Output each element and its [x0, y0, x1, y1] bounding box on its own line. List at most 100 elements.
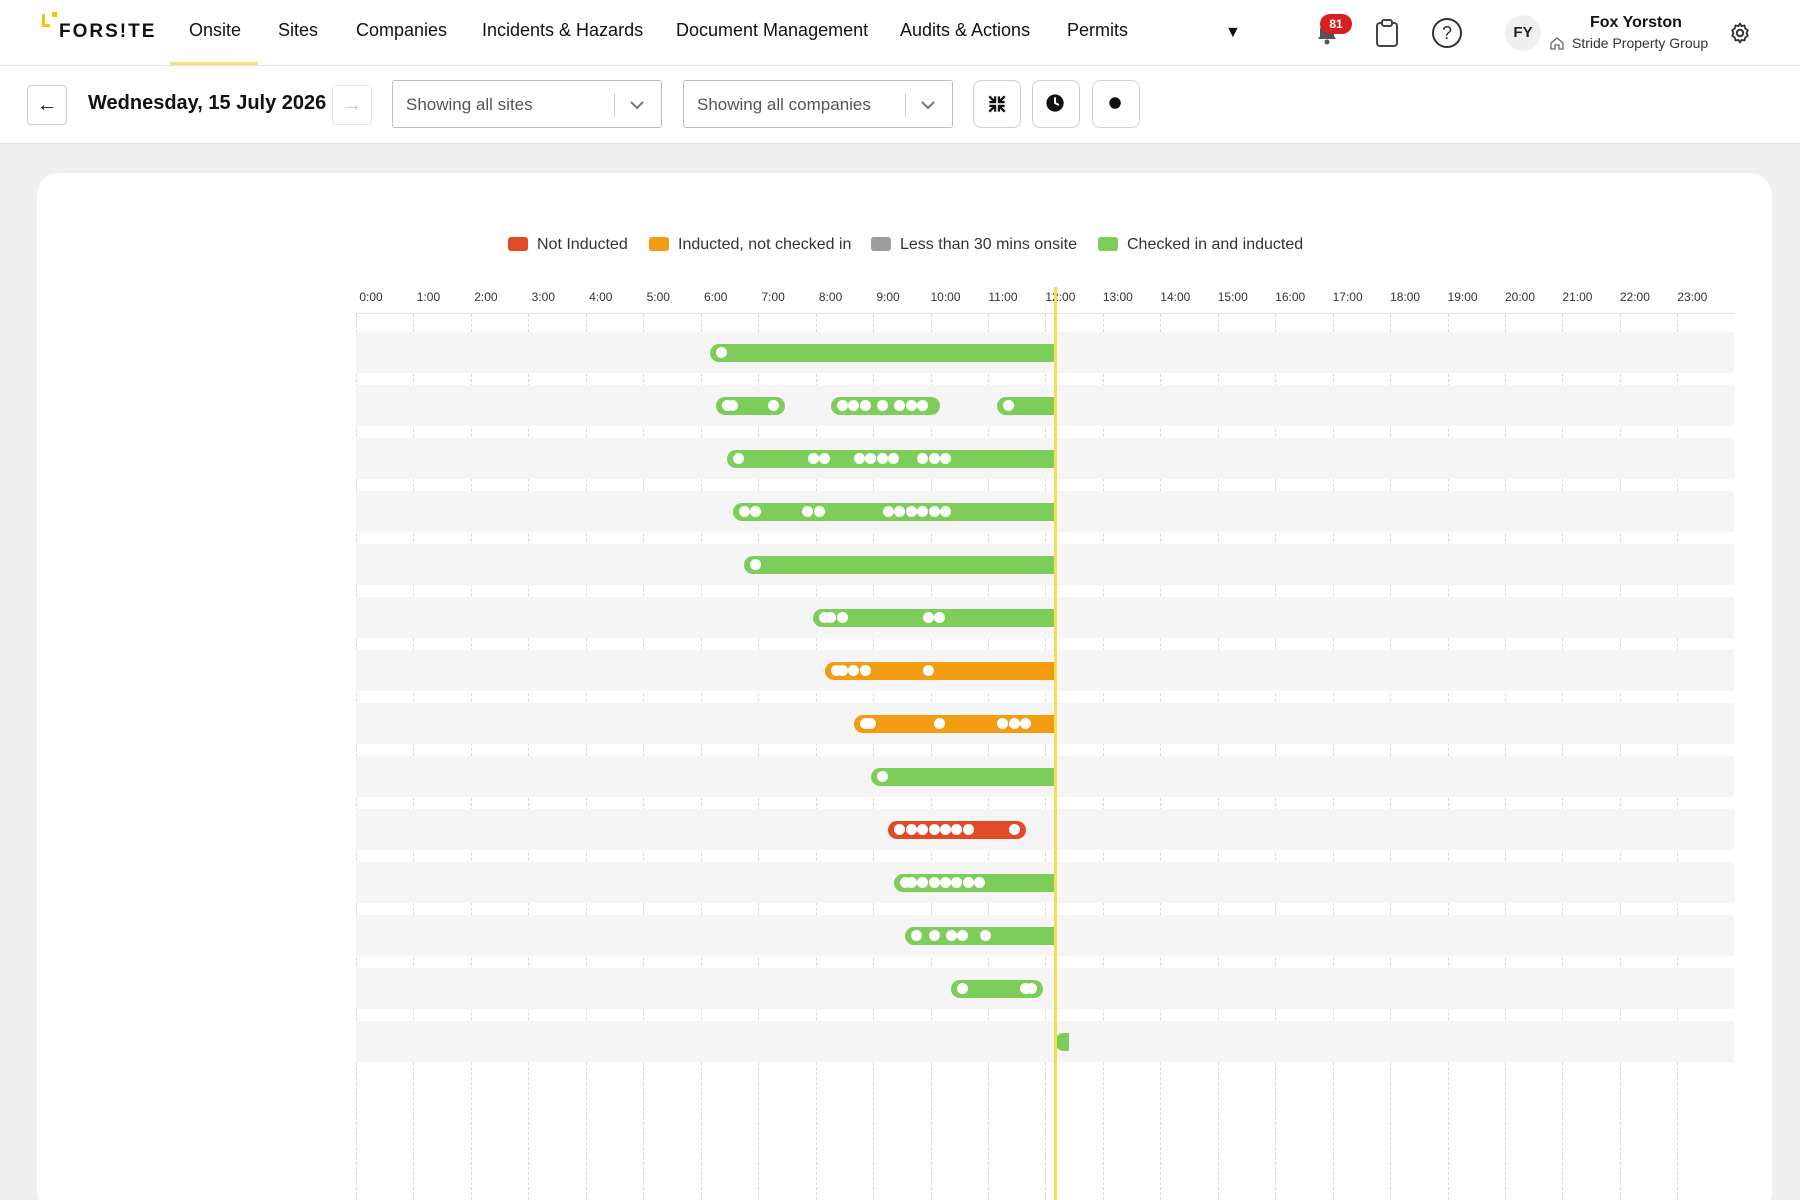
timeline-row[interactable] [356, 968, 1734, 1009]
check-event-dot[interactable] [894, 400, 906, 411]
check-event-dot[interactable] [928, 453, 940, 464]
legend-swatch [649, 237, 669, 251]
attendance-bar[interactable] [870, 767, 1055, 786]
hour-tick-label: 2:00 [474, 290, 498, 304]
check-event-dot[interactable] [940, 453, 951, 464]
time-axis-line [356, 313, 1734, 314]
collapse-view-button[interactable] [973, 80, 1021, 128]
check-event-dot[interactable] [905, 400, 917, 411]
check-event-dot[interactable] [882, 506, 894, 517]
nav-companies[interactable]: Companies [356, 20, 447, 41]
current-time-line [1053, 287, 1057, 1200]
check-event-dot[interactable] [836, 665, 848, 676]
hour-tick-label: 6:00 [704, 290, 728, 304]
companies-select-value: Showing all companies [697, 95, 871, 114]
check-event-dot[interactable] [940, 506, 951, 517]
hour-tick-label: 14:00 [1160, 290, 1191, 304]
record-dot-button[interactable] [1092, 80, 1140, 128]
forsite-logo[interactable]: FORS!TE [42, 12, 154, 50]
hour-tick-label: 12:00 [1045, 290, 1076, 304]
check-event-dot[interactable] [922, 665, 934, 676]
check-event-dot[interactable] [807, 453, 819, 464]
check-event-dot[interactable] [962, 877, 974, 888]
nav-sites[interactable]: Sites [278, 20, 318, 41]
nav-incidents-hazards[interactable]: Incidents & Hazards [482, 20, 643, 41]
check-event-dot[interactable] [917, 824, 929, 835]
nav-more-caret-icon[interactable]: ▼ [1225, 24, 1241, 42]
attendance-bar[interactable] [1054, 1032, 1069, 1051]
check-event-dot[interactable] [715, 347, 727, 358]
previous-day-button[interactable]: ← [27, 85, 67, 125]
date-toolbar: ← Wednesday, 15 July 2026 → Showing all … [0, 66, 1800, 144]
nav-permits[interactable]: Permits [1067, 20, 1128, 41]
check-event-dot[interactable] [1008, 824, 1020, 835]
check-event-dot[interactable] [917, 453, 929, 464]
check-event-dot[interactable] [928, 506, 940, 517]
hour-tick-label: 9:00 [876, 290, 900, 304]
hour-tick-label: 3:00 [531, 290, 556, 304]
hour-tick-label: 8:00 [818, 290, 843, 304]
check-event-dot[interactable] [836, 400, 848, 411]
check-event-dot[interactable] [738, 506, 750, 517]
check-event-dot[interactable] [876, 771, 888, 782]
check-event-dot[interactable] [945, 930, 957, 941]
settings-gear-icon[interactable] [1728, 21, 1752, 45]
check-event-dot[interactable] [876, 400, 888, 411]
check-event-dot[interactable] [922, 612, 934, 623]
check-event-dot[interactable] [813, 506, 825, 517]
hour-tick-label: 11:00 [988, 290, 1018, 304]
check-event-dot[interactable] [836, 612, 848, 623]
check-event-dot[interactable] [928, 877, 940, 888]
check-event-dot[interactable] [917, 400, 929, 411]
check-event-dot[interactable] [928, 824, 940, 835]
check-event-dot[interactable] [894, 506, 906, 517]
check-event-dot[interactable] [940, 824, 951, 835]
check-event-dot[interactable] [928, 930, 940, 941]
sites-select-value: Showing all sites [406, 95, 533, 114]
user-avatar[interactable]: FY [1505, 15, 1541, 51]
check-event-dot[interactable] [962, 824, 974, 835]
check-event-dot[interactable] [917, 877, 929, 888]
sites-select[interactable]: Showing all sites [392, 80, 662, 128]
nav-audits-actions[interactable]: Audits & Actions [900, 20, 1030, 41]
check-event-dot[interactable] [917, 506, 929, 517]
dot-icon [1109, 97, 1121, 109]
clipboard-icon[interactable] [1374, 18, 1400, 48]
legend-swatch [1098, 237, 1118, 251]
top-navigation: FORS!TE Onsite Sites Companies Incidents… [0, 0, 1800, 66]
legend-inducted-not-checked-in: Inducted, not checked in [649, 236, 851, 254]
check-event-dot[interactable] [767, 400, 779, 411]
check-event-dot[interactable] [859, 400, 871, 411]
check-event-dot[interactable] [859, 665, 871, 676]
check-event-dot[interactable] [894, 824, 906, 835]
attendance-bar[interactable] [744, 555, 1055, 574]
check-event-dot[interactable] [905, 506, 917, 517]
check-event-dot[interactable] [1008, 718, 1020, 729]
time-view-button[interactable] [1032, 80, 1080, 128]
companies-select[interactable]: Showing all companies [683, 80, 953, 128]
check-event-dot[interactable] [853, 453, 865, 464]
logo-text: FORS!TE [59, 21, 157, 42]
hour-tick-label: 10:00 [930, 290, 961, 304]
help-icon[interactable]: ? [1432, 18, 1462, 48]
hour-tick-label: 18:00 [1390, 290, 1421, 304]
active-nav-indicator [170, 62, 258, 65]
nav-onsite[interactable]: Onsite [189, 20, 241, 41]
next-day-button[interactable]: → [332, 85, 372, 125]
check-event-dot[interactable] [876, 453, 888, 464]
check-event-dot[interactable] [848, 665, 860, 676]
attendance-bar[interactable] [709, 343, 1055, 362]
legend-checked-in-inducted: Checked in and inducted [1098, 236, 1303, 254]
chevron-down-icon [921, 101, 935, 110]
hour-tick-label: 7:00 [761, 290, 785, 304]
timeline-row[interactable] [356, 1021, 1734, 1062]
check-event-dot[interactable] [940, 877, 951, 888]
nav-document-management[interactable]: Document Management [676, 20, 868, 41]
user-name[interactable]: Fox Yorston [1590, 14, 1682, 32]
timeline-row[interactable] [356, 809, 1734, 850]
check-event-dot[interactable] [905, 877, 917, 888]
collapse-arrows-icon [988, 95, 1006, 113]
hour-tick-label: 0:00 [359, 290, 383, 304]
check-event-dot[interactable] [848, 400, 860, 411]
check-event-dot[interactable] [905, 824, 917, 835]
